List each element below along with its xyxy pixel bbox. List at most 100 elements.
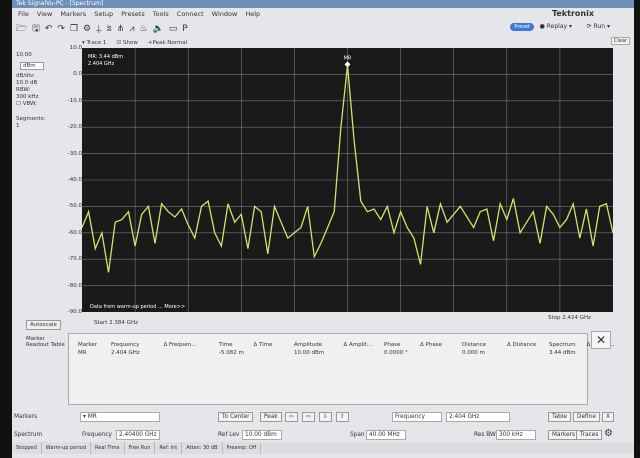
status-bar: Stopped Warm-up period Real Time Free Run Re… (12, 442, 634, 454)
y-tick-label: -90.0 (67, 309, 82, 315)
menu-bar: File View Markers Setup Presets Tools Connect W… (12, 8, 634, 20)
settings-panel: 10.00 dBm dB/div: 10.0 dB RBW: 300 kHz ☐… (16, 52, 66, 130)
trace-select[interactable]: ▾ Trace 1 (82, 40, 106, 46)
readout-header[interactable]: Δ Frequen... (164, 342, 197, 348)
preset-button[interactable]: Preset (510, 23, 534, 31)
y-tick-label: -80.0 (67, 282, 82, 289)
span-field[interactable]: 40.00 MHz (366, 430, 406, 440)
flask-icon[interactable]: ♨ (139, 24, 147, 34)
y-tick-label: -60.0 (67, 229, 82, 236)
define-button[interactable]: Define (573, 412, 600, 422)
y-tick-label: -10.0 (67, 97, 82, 104)
app-window: Tek SignalVu-PC - [Spectrum] File View Mar… (12, 0, 634, 458)
ref-level[interactable]: 10.00 (16, 52, 66, 59)
camera-icon[interactable]: ▭ (169, 24, 178, 34)
redo-icon[interactable]: ↷ (57, 24, 65, 34)
marker-select[interactable]: ▾ MR (80, 412, 160, 422)
readout-cell: -5.082 m (219, 350, 244, 356)
readout-header[interactable]: Marker (78, 342, 97, 348)
menu-window[interactable]: Window (212, 10, 238, 18)
close-markers-button[interactable]: X (602, 412, 614, 422)
clear-button[interactable]: Clear (610, 37, 630, 45)
status-field: Free Run (125, 442, 156, 454)
readout-header[interactable]: Distance (462, 342, 486, 348)
segments-label: Segments: (16, 116, 46, 122)
readout-header[interactable]: Frequency (111, 342, 139, 348)
status-field: Real Time (91, 442, 125, 454)
menu-file[interactable]: File (18, 10, 29, 18)
gear-icon[interactable]: ⚙ (83, 24, 91, 34)
readout-header[interactable]: Amplitude (294, 342, 322, 348)
menu-markers[interactable]: Markers (60, 10, 86, 18)
markers-label: Markers (14, 414, 38, 420)
menu-help[interactable]: Help (245, 10, 260, 18)
to-center-button[interactable]: To Center (218, 412, 254, 422)
save-icon[interactable]: 🖫 (32, 21, 40, 37)
waveform-icon[interactable]: ⩘ (129, 24, 134, 34)
open-icon[interactable]: 🗁 (16, 21, 27, 37)
y-tick-label: -30.0 (67, 150, 82, 157)
spectrum-icon[interactable]: ⩰ (107, 24, 112, 34)
reflev-label: Ref Lev (218, 432, 240, 438)
vbw-checkbox[interactable]: ☐ VBW: (16, 101, 66, 108)
settings-gear-icon[interactable]: ⚙ (604, 428, 613, 439)
readout-header[interactable]: Spectrum (549, 342, 576, 348)
peak-right-button[interactable]: ⇨ (302, 412, 315, 422)
spectrum-label: Spectrum (14, 432, 43, 438)
p-icon[interactable]: P (182, 24, 187, 34)
readout-cell: MR (78, 350, 87, 356)
readout-header[interactable]: Phase (384, 342, 400, 348)
run-button[interactable]: ⟳ Run ▾ (587, 23, 610, 30)
status-field: Ref: Int (155, 442, 183, 454)
trace-row: ▾ Trace 1 ☑ Show +Peak Normal (82, 40, 187, 46)
markers-button[interactable]: Markers (548, 430, 580, 440)
readout-header[interactable]: Δ Distance (507, 342, 537, 348)
marker-param-select[interactable]: Frequency (392, 412, 442, 422)
dbdiv-label: dB/div: (16, 73, 35, 79)
stop-frequency: Stop 2.424 GHz (548, 315, 592, 321)
trigger-icon[interactable]: ⍊ (96, 24, 101, 34)
undo-icon[interactable]: ↶ (45, 24, 53, 34)
traces-button[interactable]: Traces (576, 430, 603, 440)
menu-setup[interactable]: Setup (94, 10, 113, 18)
peak-down-button[interactable]: ⇩ (319, 412, 332, 422)
analysis-icon[interactable]: ⋔ (117, 24, 125, 34)
reflev-field[interactable]: 10.00 dBm (242, 430, 282, 440)
unit-select[interactable]: dBm (20, 62, 44, 70)
readout-header[interactable]: Δ Time (254, 342, 273, 348)
frequency-label: Frequency (82, 432, 112, 438)
audio-icon[interactable]: 🔈 (152, 24, 163, 34)
spectrum-plot[interactable]: MR MR: 3.44 dBm2.404 GHz Data from warm-up… (82, 48, 613, 312)
span-label: Span (350, 432, 365, 438)
readout-header[interactable]: Δ Amplit... (344, 342, 373, 348)
detector-label[interactable]: +Peak Normal (148, 40, 187, 46)
table-button[interactable]: Table (548, 412, 571, 422)
show-label: Show (123, 40, 138, 46)
readout-header[interactable]: Δ Phase (420, 342, 442, 348)
marker-diamond-icon (344, 61, 351, 68)
title-bar: Tek SignalVu-PC - [Spectrum] (12, 0, 634, 8)
peak-left-button[interactable]: ⇦ (285, 412, 298, 422)
autoscale-button[interactable]: Autoscale (26, 320, 61, 330)
menu-presets[interactable]: Presets (121, 10, 145, 18)
show-checkbox[interactable]: ☑ Show (116, 40, 138, 46)
peak-up-button[interactable]: ⇧ (336, 412, 349, 422)
menu-tools[interactable]: Tools (153, 10, 169, 18)
rbw-value[interactable]: 300 kHz (16, 94, 66, 101)
copy-icon[interactable]: ❐ (70, 24, 78, 34)
frequency-field[interactable]: 2.40400 GHz (116, 430, 160, 440)
vbw-label: VBW: (22, 101, 37, 107)
status-field: Preamp: Off (223, 442, 262, 454)
menu-connect[interactable]: Connect (177, 10, 204, 18)
close-readout-button[interactable]: ✕ (591, 331, 611, 349)
readout-header[interactable]: Time (219, 342, 232, 348)
brand-logo: Tektronix (551, 9, 594, 18)
marker-readout-amplitude: MR: 3.44 dBm (88, 54, 123, 60)
marker-value-field[interactable]: 2.404 GHz (446, 412, 510, 422)
peak-button[interactable]: Peak (260, 412, 282, 422)
dbdiv-value[interactable]: 10.0 dB (16, 80, 66, 87)
menu-view[interactable]: View (37, 10, 52, 18)
readout-cell: 0.000 m (462, 350, 485, 356)
rbw-field[interactable]: 300 kHz (496, 430, 536, 440)
replay-button[interactable]: ● Replay ▾ (540, 23, 572, 30)
